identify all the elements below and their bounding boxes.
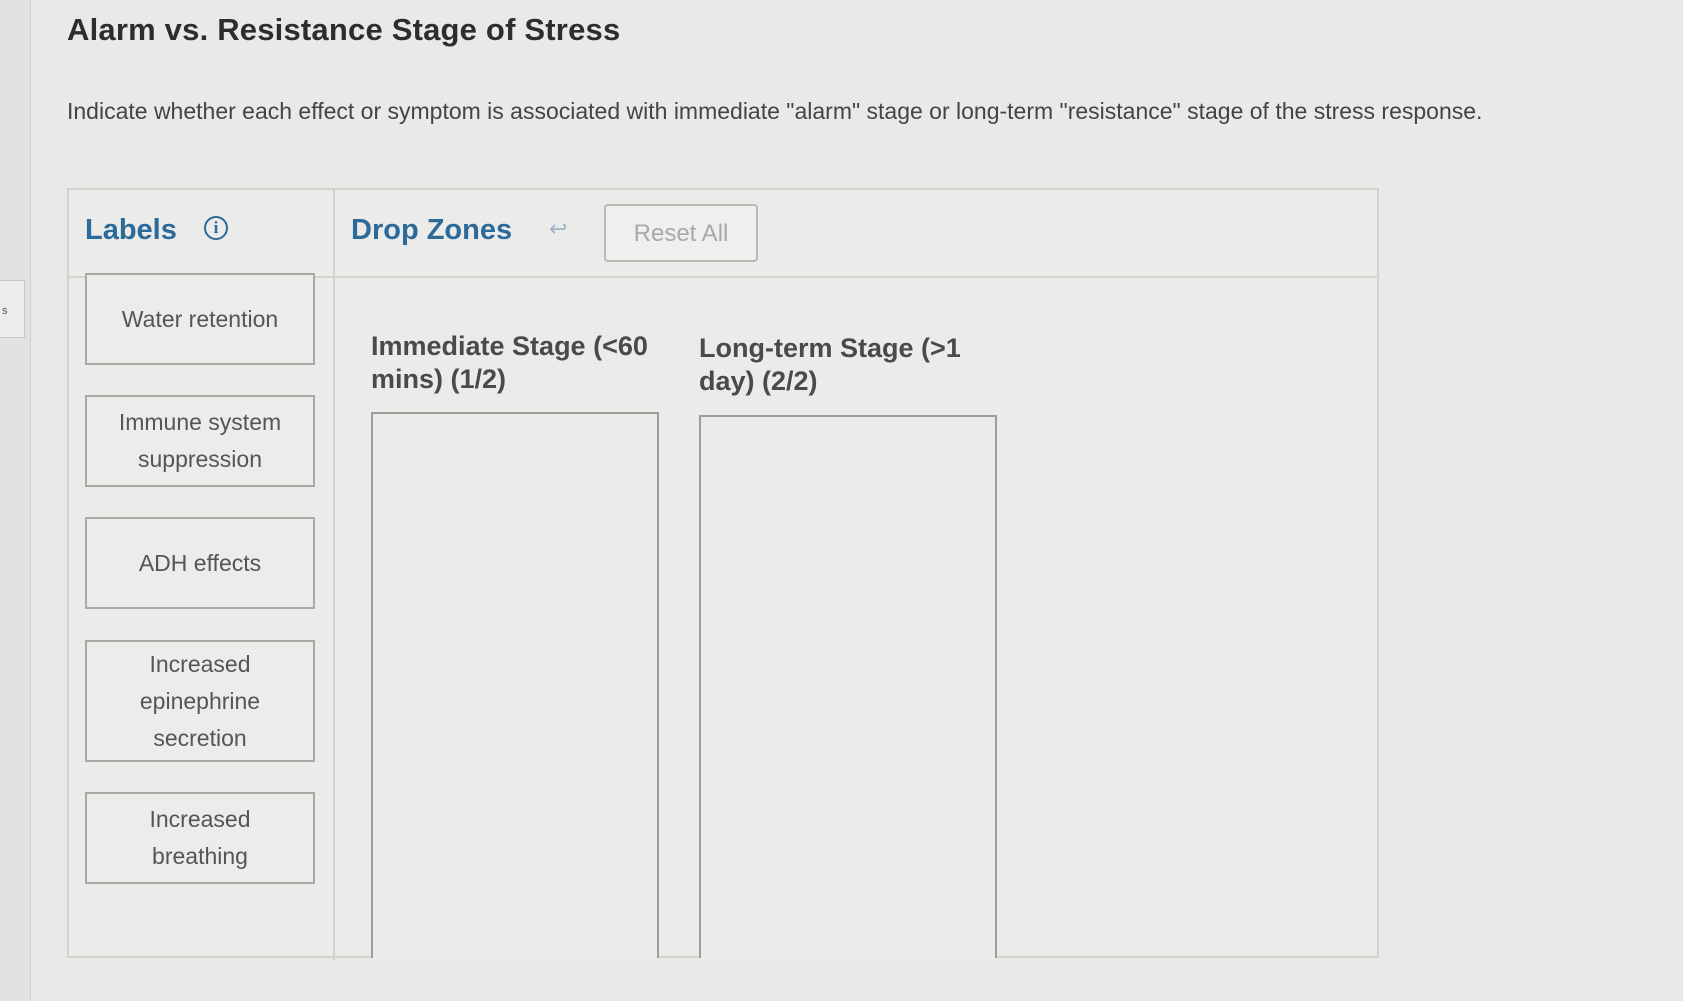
undo-icon[interactable]: ↩ <box>549 216 567 242</box>
left-tab-glyph: s <box>2 305 8 317</box>
labels-column-divider <box>333 190 335 960</box>
reset-all-button[interactable]: Reset All <box>604 204 758 262</box>
left-collapse-tab[interactable]: s <box>0 280 25 338</box>
left-panel-edge <box>0 0 31 1001</box>
drop-zone-long-term[interactable] <box>699 415 997 958</box>
zone-title-long-term: Long-term Stage (>1 day) (2/2) <box>699 333 961 396</box>
drag-drop-widget: Labels i Drop Zones ↩ Reset All Water re… <box>67 188 1379 960</box>
drop-zones-heading: Drop Zones <box>351 214 513 246</box>
label-water-retention[interactable]: Water retention <box>85 273 315 365</box>
info-icon[interactable]: i <box>204 216 228 240</box>
labels-heading: Labels <box>85 214 177 246</box>
zone-title-immediate: Immediate Stage (<60 mins) (1/2) <box>371 331 648 394</box>
page-title: Alarm vs. Resistance Stage of Stress <box>67 12 621 47</box>
label-increased-breathing[interactable]: Increased breathing <box>85 792 315 884</box>
drop-zone-immediate[interactable] <box>371 412 659 958</box>
label-adh-effects[interactable]: ADH effects <box>85 517 315 609</box>
label-increased-epinephrine-secretion[interactable]: Increased epinephrine secretion <box>85 640 315 762</box>
label-immune-system-suppression[interactable]: Immune system suppression <box>85 395 315 487</box>
instructions: Indicate whether each effect or symptom … <box>67 98 1483 124</box>
